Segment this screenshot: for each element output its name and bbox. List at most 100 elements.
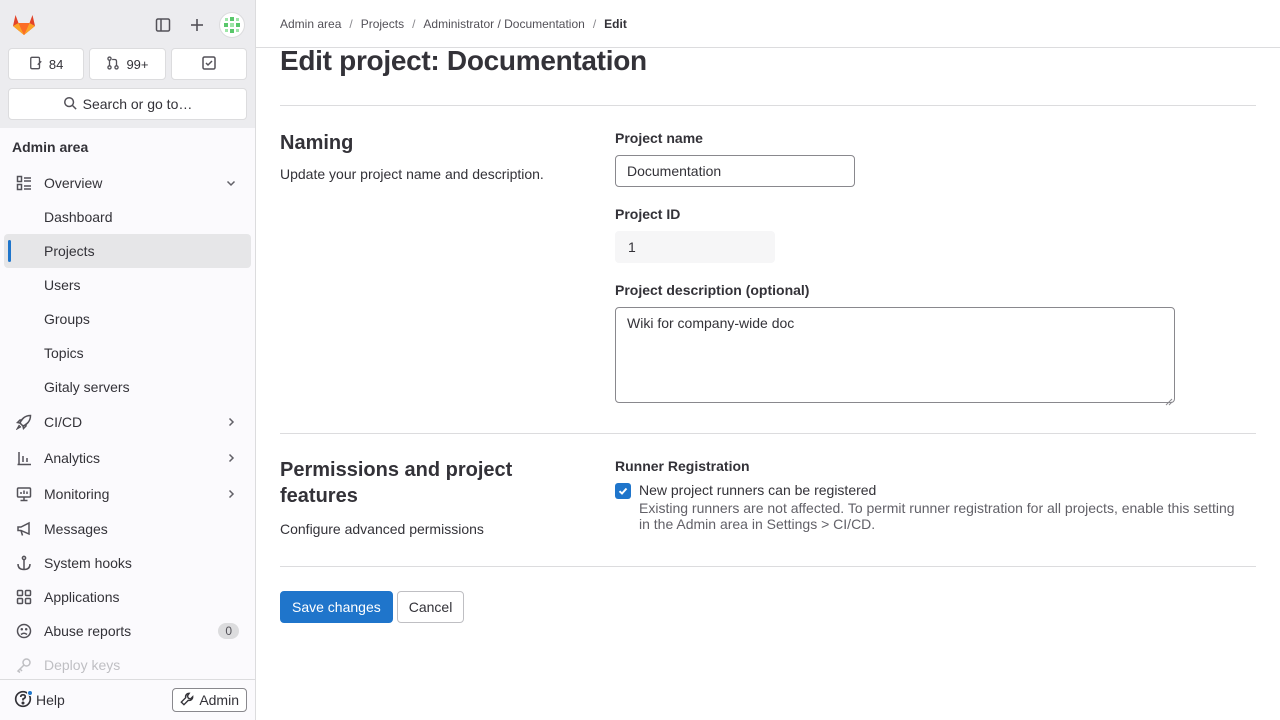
sidebar-footer: Help Admin — [0, 679, 255, 720]
notification-dot — [27, 689, 33, 696]
todo-check-icon — [201, 55, 217, 74]
nav-topics[interactable]: Topics — [4, 336, 251, 370]
nav-abuse-reports[interactable]: Abuse reports 0 — [4, 614, 251, 648]
issues-icon — [29, 56, 43, 73]
search-icon — [63, 96, 77, 113]
merge-requests-count: 99+ — [126, 56, 149, 72]
nav-applications-label: Applications — [44, 589, 120, 605]
nav-users-label: Users — [44, 277, 81, 293]
resize-handle-icon[interactable] — [1165, 393, 1173, 406]
issues-count: 84 — [48, 56, 64, 72]
main-content: Edit project: Documentation Naming Updat… — [280, 45, 1256, 623]
breadcrumb-project[interactable]: Administrator / Documentation — [423, 17, 584, 31]
admin-area-heading: Admin area — [12, 139, 89, 155]
nav-deploy-keys[interactable]: Deploy keys — [4, 648, 251, 682]
chevron-down-icon — [223, 175, 239, 191]
nav-cicd[interactable]: CI/CD — [4, 404, 251, 440]
sidebar-header: 84 99+ Search or go to… — [0, 0, 255, 128]
admin-button[interactable]: Admin — [172, 688, 247, 712]
project-description-value: Wiki for company-wide doc — [627, 315, 795, 331]
applications-icon — [16, 589, 32, 605]
naming-title: Naming — [280, 132, 354, 154]
plus-icon[interactable] — [185, 13, 209, 37]
nav-overview[interactable]: Overview — [4, 166, 251, 200]
naming-description: Update your project name and description… — [280, 166, 544, 182]
monitor-icon — [16, 486, 32, 502]
project-id-label: Project ID — [615, 206, 681, 222]
project-description-label: Project description (optional) — [615, 282, 810, 298]
gitlab-logo-icon[interactable] — [10, 10, 38, 38]
analytics-icon — [16, 450, 32, 466]
nav-projects[interactable]: Projects — [4, 234, 251, 268]
sidebar-toggle-icon[interactable] — [151, 13, 175, 37]
search-button[interactable]: Search or go to… — [8, 88, 247, 120]
nav-messages[interactable]: Messages — [4, 512, 251, 546]
nav-system-hooks[interactable]: System hooks — [4, 546, 251, 580]
nav-analytics[interactable]: Analytics — [4, 440, 251, 476]
admin-label: Admin — [199, 692, 239, 708]
project-name-input[interactable]: Documentation — [615, 155, 855, 187]
nav-gitaly-servers-label: Gitaly servers — [44, 379, 130, 395]
sad-face-icon — [16, 623, 32, 639]
chevron-right-icon — [223, 414, 239, 430]
breadcrumb-separator: / — [592, 16, 597, 31]
nav-users[interactable]: Users — [4, 268, 251, 302]
nav-projects-label: Projects — [44, 243, 95, 259]
bullhorn-icon — [16, 521, 32, 537]
nav-abuse-reports-label: Abuse reports — [44, 623, 132, 639]
issues-counter[interactable]: 84 — [8, 48, 85, 80]
nav-deploy-keys-label: Deploy keys — [44, 657, 121, 673]
chevron-right-icon — [223, 450, 239, 466]
breadcrumb-admin-area[interactable]: Admin area — [280, 17, 341, 31]
wrench-icon — [180, 692, 194, 709]
project-description-textarea[interactable]: Wiki for company-wide doc — [615, 307, 1175, 406]
breadcrumb: Admin area / Projects / Administrator / … — [256, 0, 1280, 48]
nav-groups-label: Groups — [44, 311, 90, 327]
nav-monitoring[interactable]: Monitoring — [4, 476, 251, 512]
nav-messages-label: Messages — [44, 521, 108, 537]
nav-groups[interactable]: Groups — [4, 302, 251, 336]
breadcrumb-edit[interactable]: Edit — [604, 17, 627, 31]
runner-checkbox-label: New project runners can be registered — [639, 482, 877, 498]
merge-requests-counter[interactable]: 99+ — [89, 48, 166, 80]
divider — [280, 566, 1256, 567]
todos-counter[interactable] — [170, 48, 247, 80]
help-button[interactable]: Help — [14, 689, 65, 711]
rocket-icon — [16, 414, 32, 430]
page-title: Edit project: Documentation — [280, 45, 647, 76]
nav-dashboard-label: Dashboard — [44, 209, 113, 225]
key-icon — [16, 657, 32, 673]
nav-dashboard[interactable]: Dashboard — [4, 200, 251, 234]
runner-help-text: Existing runners are not affected. To pe… — [639, 500, 1235, 532]
nav-topics-label: Topics — [44, 345, 84, 361]
form-actions: Save changes Cancel — [280, 591, 1256, 623]
permissions-section: Permissions and project features Configu… — [280, 434, 1256, 566]
admin-nav: Admin area Overview Dashboard Projects U… — [0, 128, 255, 682]
runner-registration-label: Runner Registration — [615, 458, 750, 474]
runner-registration-checkbox[interactable] — [615, 483, 631, 499]
project-name-label: Project name — [615, 130, 703, 146]
nav-analytics-label: Analytics — [44, 450, 101, 466]
nav-overview-label: Overview — [44, 175, 103, 191]
overview-icon — [16, 175, 32, 191]
breadcrumb-separator: / — [349, 16, 353, 31]
merge-request-icon — [106, 55, 120, 73]
nav-applications[interactable]: Applications — [4, 580, 251, 614]
permissions-description: Configure advanced permissions — [280, 521, 484, 537]
nav-monitoring-label: Monitoring — [44, 486, 110, 502]
permissions-title: Permissions and project features — [280, 459, 513, 507]
save-changes-button[interactable]: Save changes — [280, 591, 393, 623]
user-avatar[interactable] — [219, 12, 245, 38]
breadcrumb-projects[interactable]: Projects — [361, 17, 404, 31]
breadcrumb-separator: / — [412, 16, 416, 31]
help-label: Help — [36, 692, 65, 708]
abuse-reports-count-badge: 0 — [218, 623, 239, 639]
anchor-icon — [16, 555, 32, 571]
project-id-field: 1 — [615, 231, 775, 263]
cancel-button[interactable]: Cancel — [396, 591, 465, 623]
search-label: Search or go to… — [82, 96, 193, 112]
sidebar: 84 99+ Search or go to… Admin area Overv… — [0, 0, 256, 720]
chevron-right-icon — [223, 486, 239, 502]
nav-cicd-label: CI/CD — [44, 414, 83, 430]
nav-gitaly-servers[interactable]: Gitaly servers — [4, 370, 251, 404]
